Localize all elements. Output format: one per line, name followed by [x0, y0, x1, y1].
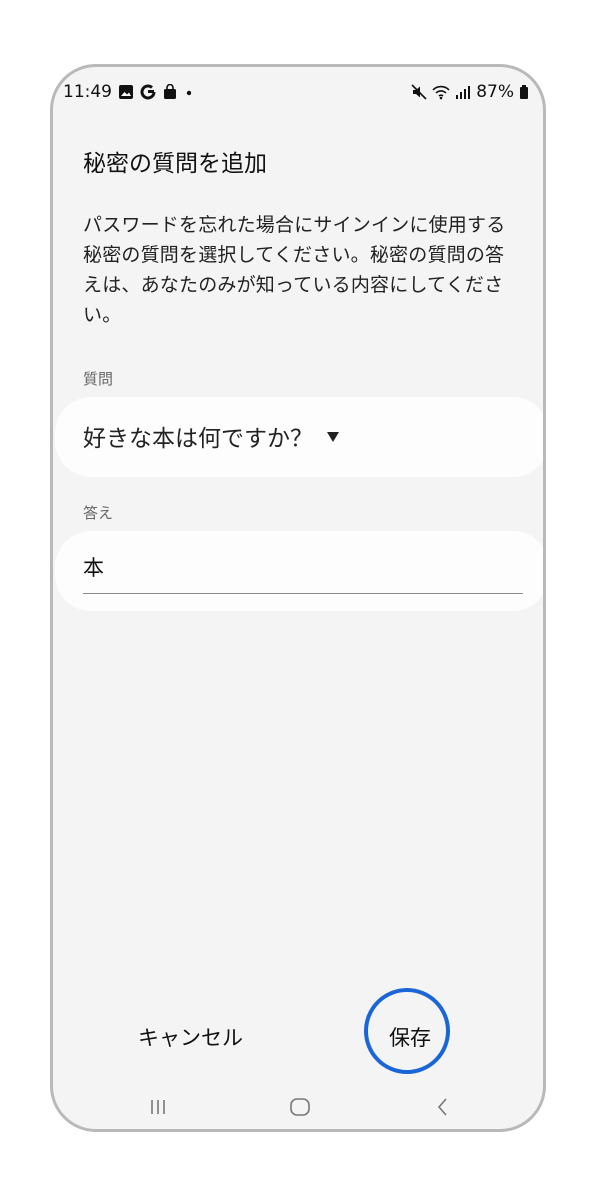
status-time: 11:49 — [63, 82, 112, 102]
status-right: 87% — [411, 82, 529, 102]
answer-input[interactable]: 本 — [83, 553, 523, 594]
battery-icon — [519, 84, 529, 100]
phone-screen: 11:49 87% 秘密の質問を追加 パスワードを忘れた場合にサインインに使用す… — [50, 64, 546, 1132]
shopping-bag-icon — [162, 84, 178, 100]
question-selected-value: 好きな本は何ですか？ — [83, 426, 313, 452]
signal-icon — [455, 84, 471, 100]
wifi-icon — [432, 84, 450, 100]
answer-label: 答え — [83, 504, 114, 522]
home-icon[interactable] — [285, 1095, 315, 1119]
page-description: パスワードを忘れた場合にサインインに使用する秘密の質問を選択してください。秘密の… — [83, 214, 506, 326]
question-dropdown[interactable]: 好きな本は何ですか？ — [83, 419, 339, 453]
recent-apps-icon[interactable] — [143, 1095, 173, 1119]
back-icon[interactable] — [428, 1095, 458, 1119]
action-buttons: キャンセル 保存 — [53, 1022, 543, 1062]
save-highlight-circle — [364, 988, 450, 1074]
question-card: 好きな本は何ですか？ — [55, 397, 543, 477]
mute-icon — [411, 84, 427, 100]
google-icon — [140, 84, 156, 100]
status-bar: 11:49 87% — [63, 77, 529, 107]
navigation-bar — [53, 1095, 543, 1119]
answer-card: 本 — [55, 531, 543, 611]
image-icon — [118, 84, 134, 100]
page-title: 秘密の質問を追加 — [83, 151, 267, 177]
status-left: 11:49 — [63, 82, 194, 102]
battery-percent: 87% — [476, 82, 514, 102]
dot-icon — [184, 84, 194, 100]
cancel-button[interactable]: キャンセル — [138, 1022, 243, 1052]
dropdown-arrow-icon — [327, 432, 339, 442]
question-label: 質問 — [83, 370, 114, 388]
